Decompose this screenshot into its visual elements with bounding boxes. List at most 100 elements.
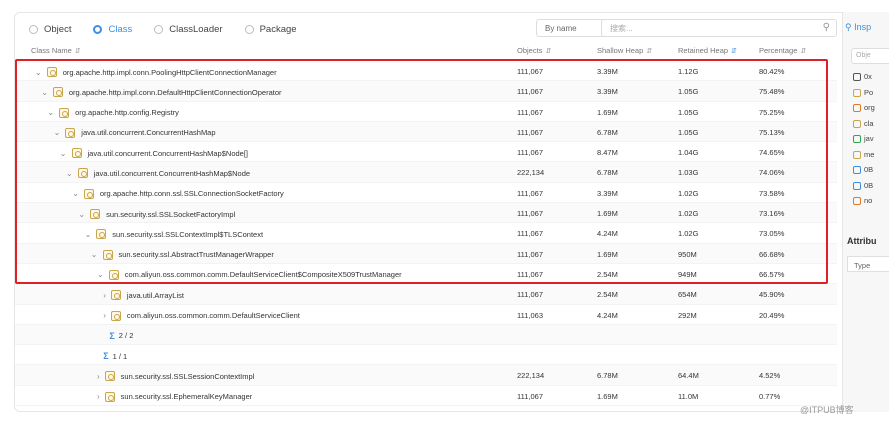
class-icon xyxy=(110,310,121,321)
inspector-item[interactable]: 0x xyxy=(853,72,872,82)
chevron-down-icon[interactable]: ⌄ xyxy=(72,189,79,198)
retained-cell: 11.0M xyxy=(678,391,699,401)
type-column-header[interactable]: Type xyxy=(847,256,889,272)
inspector-item-text: no xyxy=(864,196,873,205)
table-row[interactable]: Σ2 / 2 xyxy=(15,324,837,346)
table-row[interactable]: ⌄ org.apache.http.conn.ssl.SSLConnectionS… xyxy=(15,183,837,204)
col-percentage[interactable]: Percentage ⇵ xyxy=(759,46,806,55)
inspector-item[interactable]: 0B xyxy=(853,181,873,190)
radio-class[interactable]: Class xyxy=(93,24,132,35)
inspector-item[interactable]: Po xyxy=(853,88,873,97)
pct-cell: 73.16% xyxy=(759,209,785,219)
retained-cell: 64.4M xyxy=(678,371,699,381)
radio-dot-icon xyxy=(244,24,254,34)
table-row[interactable]: › com.aliyun.oss.common.comm.DefaultServi… xyxy=(15,305,837,325)
table-row[interactable]: ⌄ org.apache.http.config.Registry 111,067 1… xyxy=(15,102,837,122)
table-header: Class Name ⇵ Objects ⇵ Shallow Heap ⇵ Retai… xyxy=(15,43,837,59)
class-name-cell: ⌄ com.aliyun.oss.common.comm.DefaultServi… xyxy=(97,269,402,280)
chevron-down-icon[interactable]: ⌄ xyxy=(54,128,61,137)
pct-cell: 73.58% xyxy=(759,188,785,198)
table-row[interactable]: ⌄ java.util.concurrent.ConcurrentHashMap 1… xyxy=(15,121,837,143)
chevron-down-icon[interactable]: ⌄ xyxy=(41,88,48,97)
inspector-item[interactable]: me xyxy=(853,150,874,159)
item-icon xyxy=(853,150,861,159)
inspector-item[interactable]: 0B xyxy=(853,165,874,175)
col-retained-heap[interactable]: Retained Heap ⇵ xyxy=(678,46,737,55)
objects-cell: 111,067 xyxy=(517,269,543,279)
table-row[interactable]: ⌄ sun.security.ssl.SSLContextImpl$TLSCont… xyxy=(15,223,837,244)
objects-cell: 111,067 xyxy=(517,87,543,97)
class-name-cell: Σ1 / 1 xyxy=(103,351,127,361)
inspector-item-text: 0B xyxy=(864,165,874,174)
shallow-cell: 3.39M xyxy=(597,67,618,76)
class-name-text: sun.security.ssl.AbstractTrustManagerWra… xyxy=(118,250,274,260)
chevron-down-icon[interactable]: ⌄ xyxy=(97,270,104,279)
radio-label: Package xyxy=(259,23,297,35)
inspector-item[interactable]: no xyxy=(853,196,873,206)
class-icon xyxy=(110,290,121,301)
search-input[interactable]: 搜索... ⚲ xyxy=(601,19,837,37)
chevron-down-icon[interactable]: ⌄ xyxy=(35,68,42,77)
pct-cell: 66.57% xyxy=(759,269,785,279)
shallow-cell: 8.47M xyxy=(597,148,618,158)
class-name-cell: ⌄ java.util.concurrent.ConcurrentHashMap$… xyxy=(66,168,250,179)
col-objects[interactable]: Objects ⇵ xyxy=(517,46,551,55)
radio-object[interactable]: Object xyxy=(29,24,71,35)
table-row[interactable]: ⌄ org.apache.http.impl.conn.PoolingHttpCl… xyxy=(15,61,837,82)
class-icon xyxy=(52,87,63,98)
table-row[interactable]: ⌄ com.aliyun.oss.common.comm.DefaultServi… xyxy=(15,264,837,285)
objects-cell: 222,134 xyxy=(517,168,545,178)
chevron-right-icon[interactable]: › xyxy=(97,392,100,401)
chevron-right-icon[interactable]: › xyxy=(103,291,106,300)
objects-cell: 111,063 xyxy=(517,310,543,320)
chevron-right-icon[interactable]: › xyxy=(97,372,100,381)
chevron-down-icon[interactable]: ⌄ xyxy=(47,108,54,117)
chevron-down-icon[interactable]: ⌄ xyxy=(85,230,92,239)
sort-icon: ⇵ xyxy=(646,48,653,55)
chevron-down-icon[interactable]: ⌄ xyxy=(91,250,98,259)
radio-classloader[interactable]: ClassLoader xyxy=(154,23,223,35)
selection-indicator xyxy=(15,111,17,133)
inspector-item[interactable]: org xyxy=(853,103,875,113)
pct-cell: 66.68% xyxy=(759,249,785,259)
objects-cell: 111,067 xyxy=(517,249,543,259)
inspector-item[interactable]: cla xyxy=(853,119,874,128)
search-icon[interactable]: ⚲ xyxy=(823,22,830,33)
table-row[interactable]: ⌄ sun.security.ssl.SSLSocketFactoryImpl 11… xyxy=(15,203,837,224)
table-row[interactable]: ⌄ sun.security.ssl.AbstractTrustManagerWr… xyxy=(15,243,837,264)
table-row[interactable]: Σ1 / 1 xyxy=(15,345,837,366)
table-row[interactable]: › sun.security.ssl.EphemeralKeyManager 111… xyxy=(15,386,837,407)
retained-cell: 1.02G xyxy=(678,188,699,198)
table-row[interactable]: › sun.security.ssl.SSLSessionContextImpl 2… xyxy=(15,365,837,386)
shallow-cell: 6.78M xyxy=(597,168,618,178)
table-row[interactable]: ⌄ java.util.concurrent.ConcurrentHashMap$… xyxy=(15,162,837,183)
chevron-down-icon[interactable]: ⌄ xyxy=(60,149,67,158)
table-row[interactable]: › java.util.ArrayList 111,067 2.54M 654M 45.9… xyxy=(15,284,837,305)
pct-cell: 0.77% xyxy=(759,391,781,401)
radio-package[interactable]: Package xyxy=(244,23,297,35)
chevron-right-icon[interactable]: › xyxy=(103,311,106,320)
chevron-down-icon[interactable]: ⌄ xyxy=(78,210,85,219)
inspector-item-text: jav xyxy=(864,134,874,143)
col-shallow-heap[interactable]: Shallow Heap ⇵ xyxy=(597,46,652,55)
class-name-text: com.aliyun.oss.common.comm.DefaultServic… xyxy=(124,270,402,280)
table-row[interactable]: ⌄ org.apache.http.impl.conn.DefaultHttpCl… xyxy=(15,81,837,102)
retained-cell: 1.02G xyxy=(678,209,699,219)
tab-inspector[interactable]: ⚲ Insp xyxy=(845,22,871,33)
class-name-text: org.apache.http.conn.ssl.SSLConnectionSo… xyxy=(99,189,284,199)
table-row[interactable]: ⌄ java.util.concurrent.ConcurrentHashMap$… xyxy=(15,142,837,163)
class-name-cell: ⌄ java.util.concurrent.ConcurrentHashMap$… xyxy=(60,148,248,159)
inspector-filter-input[interactable]: Obje xyxy=(851,48,889,64)
class-name-text: org.apache.http.impl.conn.PoolingHttpCli… xyxy=(62,67,277,77)
class-name-cell: ⌄ org.apache.http.conn.ssl.SSLConnectionS… xyxy=(72,188,284,199)
col-class-name[interactable]: Class Name ⇵ xyxy=(31,46,81,55)
retained-cell: 950M xyxy=(678,249,697,259)
sum-icon: Σ xyxy=(103,351,109,362)
inspector-item-text: 0x xyxy=(864,72,872,81)
inspector-item[interactable]: jav xyxy=(853,134,874,144)
objects-cell: 111,067 xyxy=(517,391,543,401)
sort-desc-icon: ⇵ xyxy=(731,48,737,55)
chevron-down-icon[interactable]: ⌄ xyxy=(66,169,73,178)
radio-label: ClassLoader xyxy=(169,23,223,35)
class-name-text: java.util.concurrent.ConcurrentHashMap xyxy=(81,128,216,138)
